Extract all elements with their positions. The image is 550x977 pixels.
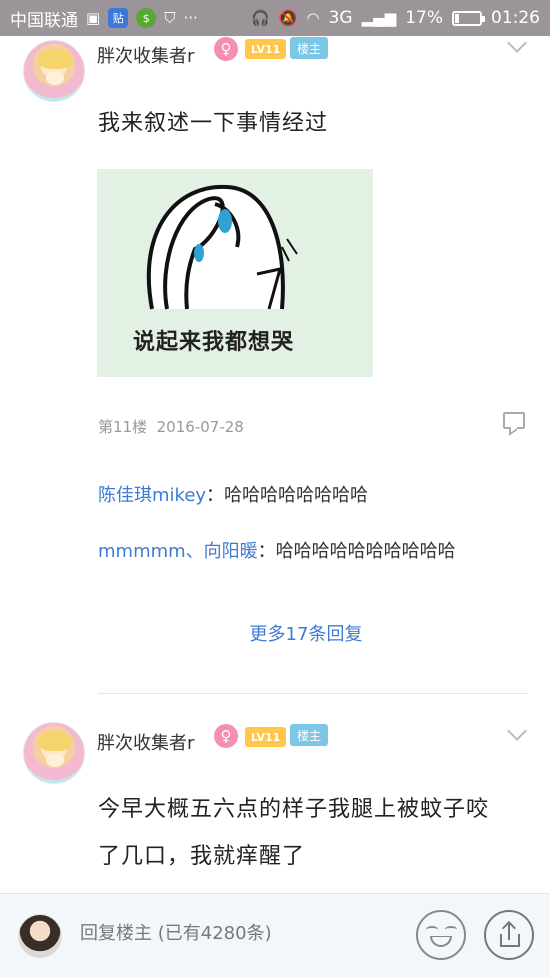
tieba-icon: 贴: [108, 8, 129, 28]
reply-content: 哈哈哈哈哈哈哈哈: [224, 485, 369, 506]
level-badge: LV11: [245, 727, 287, 747]
meme-caption: 说起来我都想哭: [133, 330, 295, 355]
battery-fill: [455, 13, 460, 23]
post-date: 2016-07-28: [156, 418, 244, 436]
bottom-reply-bar: 回复楼主 (已有4280条): [0, 893, 550, 977]
avatar[interactable]: [23, 40, 85, 102]
status-bar-right: 🎧 🔕 ◠ 3G ▂▄▆ 17% 01:26: [251, 8, 540, 28]
battery-percent: 17%: [405, 8, 443, 28]
headphones-icon: 🎧: [251, 9, 270, 27]
op-badge: 楼主: [290, 37, 329, 59]
reply-author[interactable]: 陈佳琪mikey: [98, 485, 206, 506]
gallery-icon: ▣: [86, 9, 101, 27]
reply-separator: ：: [206, 485, 225, 506]
female-icon: ♀: [214, 37, 238, 61]
meme-image[interactable]: 说起来我都想哭: [97, 169, 373, 377]
mute-icon: 🔕: [278, 9, 298, 27]
share-tray: [500, 934, 520, 947]
avatar[interactable]: [23, 722, 85, 784]
current-user-avatar: [18, 914, 62, 958]
network-type-label: 3G: [328, 8, 353, 28]
female-icon: ♀: [214, 724, 238, 748]
share-arrow-icon: [508, 923, 510, 940]
username[interactable]: 胖次收集者r: [97, 42, 194, 68]
floor-meta: 第11楼 2016-07-28: [98, 416, 244, 437]
carrier-label: 中国联通: [10, 10, 78, 31]
reply-count: (已有4280条): [157, 923, 272, 944]
reply-op-label: 回复楼主: [80, 923, 152, 944]
emoji-mouth: [430, 936, 452, 947]
reply-content: 哈哈哈哈哈哈哈哈哈哈: [275, 541, 456, 562]
reply-separator: ：: [257, 541, 276, 562]
battery-icon: [452, 10, 485, 26]
floor-number: 第11楼: [98, 418, 148, 436]
chevron-down-icon[interactable]: [507, 721, 527, 741]
share-button[interactable]: [484, 910, 534, 960]
level-badge: LV11: [245, 39, 287, 59]
signal-icon: ▂▄▆: [361, 9, 397, 27]
chevron-down-icon[interactable]: [507, 33, 527, 53]
op-badge: 楼主: [290, 724, 329, 746]
wifi-icon: ◠: [306, 9, 320, 27]
shield-icon: ⛉: [164, 9, 176, 27]
emoji-eye-left: [426, 926, 438, 933]
more-replies-link[interactable]: 更多17条回复: [0, 620, 550, 646]
reply-item[interactable]: mmmmm、向阳暖：哈哈哈哈哈哈哈哈哈哈: [98, 537, 456, 563]
emoji-eye-right: [445, 926, 457, 933]
status-bar: 中国联通 ▣ 贴 $ ⛉ ··· 🎧 🔕 ◠ 3G ▂▄▆ 17% 01:26: [0, 0, 550, 36]
more-notifications-icon: ···: [183, 9, 198, 27]
emoji-button[interactable]: [416, 910, 466, 960]
divider: [98, 693, 528, 694]
reply-item[interactable]: 陈佳琪mikey：哈哈哈哈哈哈哈哈: [98, 481, 368, 507]
post-text: 我来叙述一下事情经过: [98, 111, 329, 136]
wallet-icon: $: [136, 8, 157, 28]
status-bar-left: 中国联通 ▣ 贴 $ ⛉ ···: [10, 6, 251, 31]
clock: 01:26: [491, 8, 540, 28]
comment-icon[interactable]: [503, 412, 525, 429]
username[interactable]: 胖次收集者r: [97, 729, 194, 755]
post-text-line-1: 今早大概五六点的样子我腿上被蚊子咬: [98, 797, 490, 822]
reply-author[interactable]: mmmmm、向阳暖: [98, 541, 258, 562]
reply-op-input[interactable]: 回复楼主 (已有4280条): [80, 919, 272, 945]
post-text-line-2: 了几口，我就痒醒了: [98, 844, 306, 869]
